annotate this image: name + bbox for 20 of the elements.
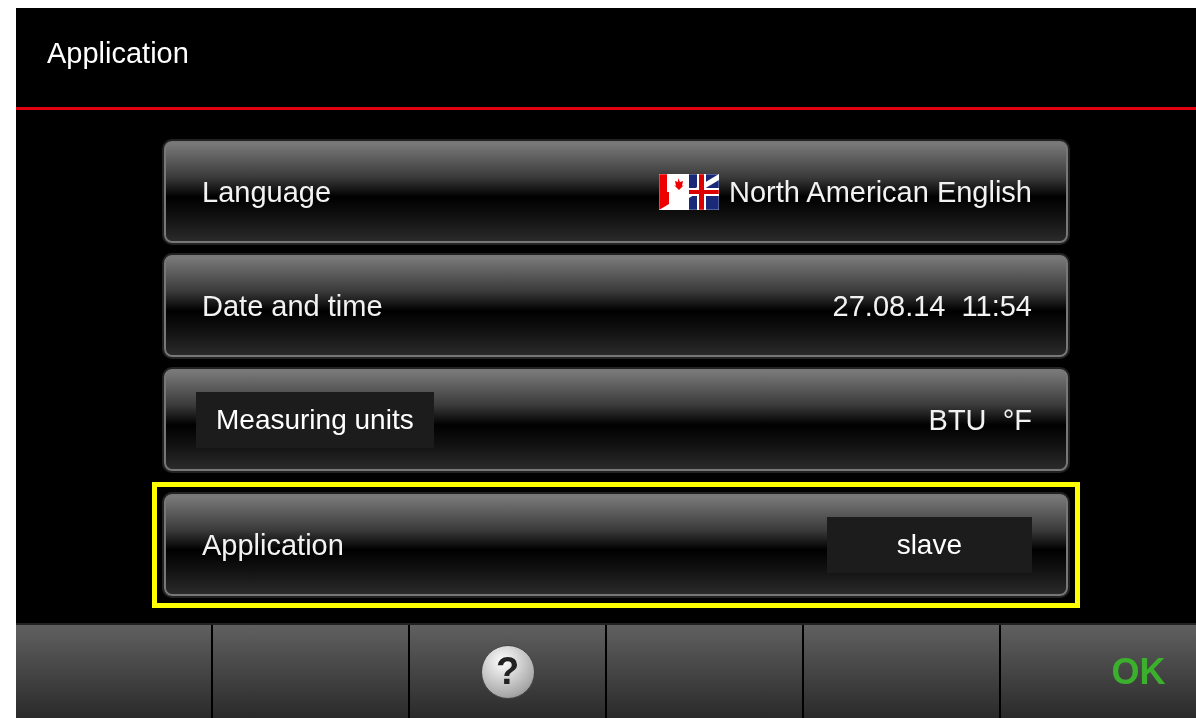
ok-label: OK	[1111, 650, 1166, 693]
annotation-value: slave	[826, 517, 1032, 573]
softkey-button[interactable]	[16, 625, 211, 718]
softkey-button[interactable]	[804, 625, 999, 718]
help-button[interactable]: ?	[410, 625, 605, 718]
setting-row[interactable]: Measuring units BTU °F	[164, 369, 1068, 471]
setting-label: Date and time	[202, 289, 383, 323]
setting-row[interactable]: Date and time 27.08.14 11:54	[164, 255, 1068, 357]
setting-value: North American English	[728, 175, 1032, 209]
softkey-button[interactable]	[607, 625, 802, 718]
setting-value: BTU °F	[928, 403, 1032, 437]
setting-row[interactable]: Application slave	[164, 494, 1068, 596]
softkey-button[interactable]	[213, 625, 408, 718]
setting-row[interactable]: Language North American English	[164, 141, 1068, 243]
setting-label: Language	[202, 175, 332, 209]
setting-value: 27.08.14 11:54	[832, 289, 1032, 323]
screen-title: Application	[47, 37, 189, 70]
help-icon: ?	[480, 644, 535, 699]
annotation-label: Measuring units	[196, 392, 434, 448]
setting-label: Application	[202, 528, 344, 562]
